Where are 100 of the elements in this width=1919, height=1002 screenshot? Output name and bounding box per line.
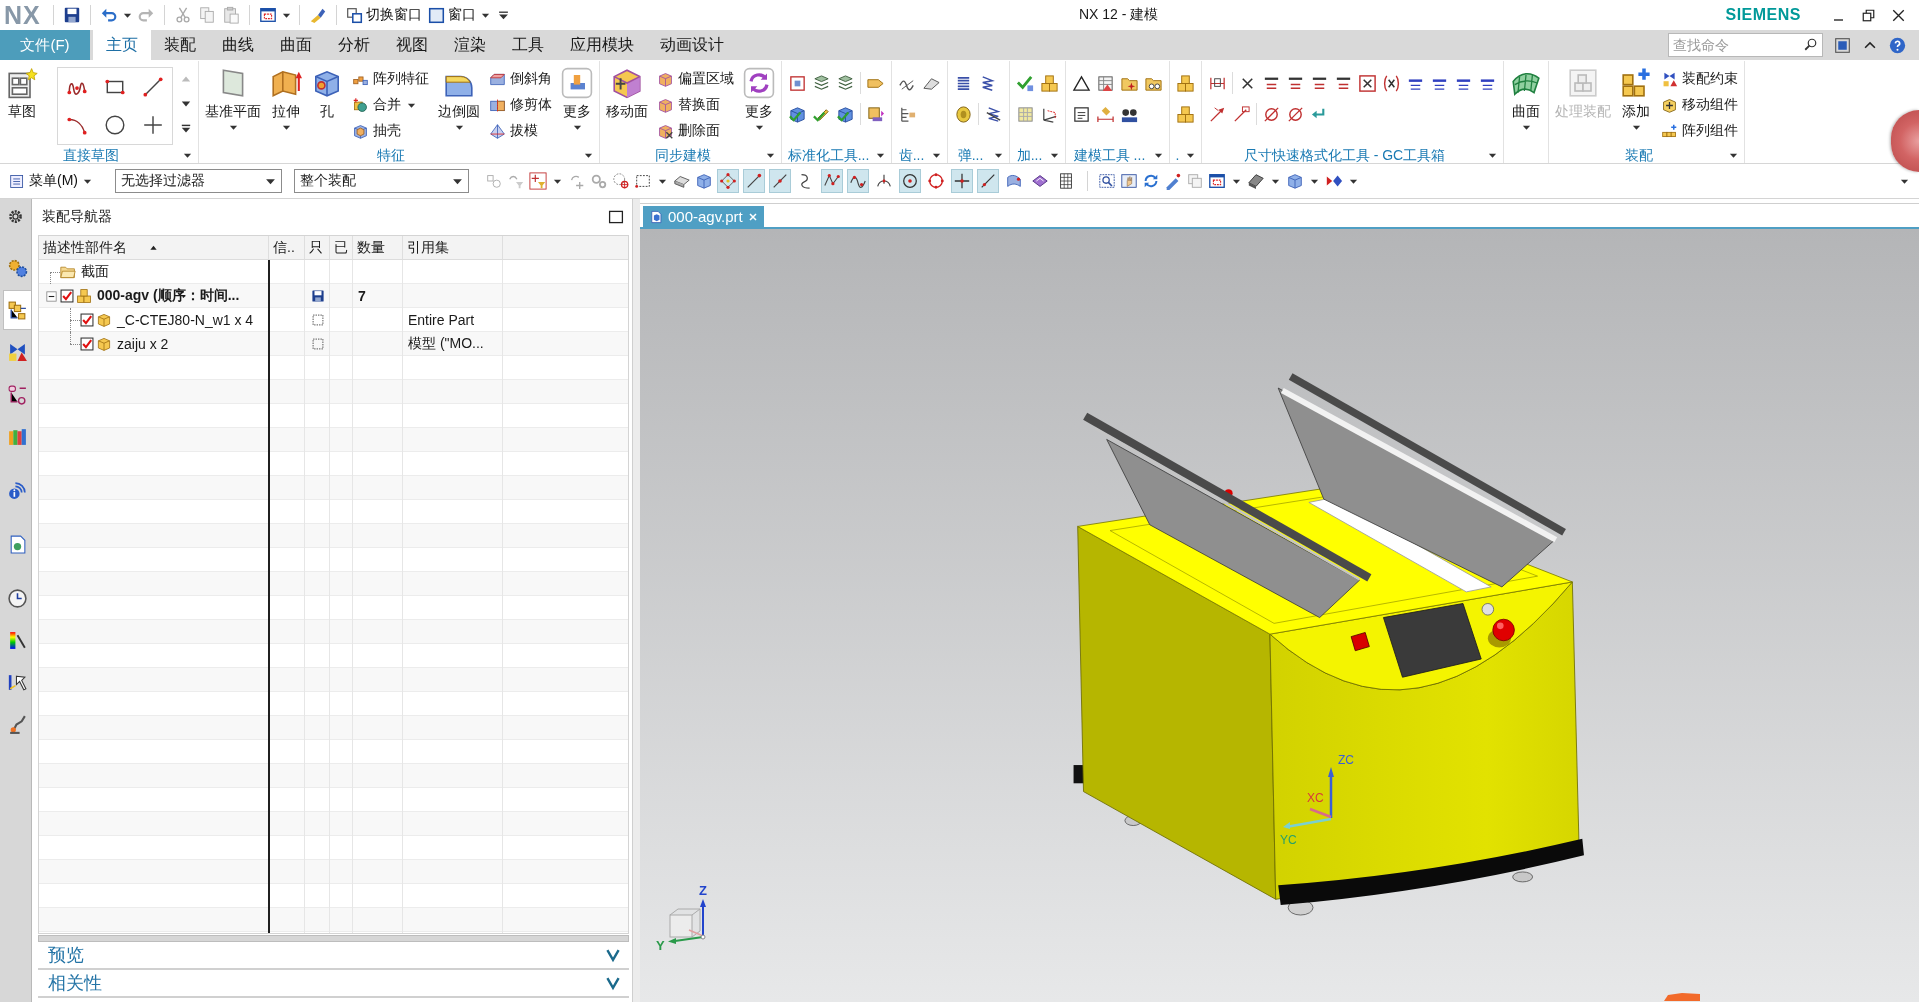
snap-toggle[interactable] (847, 169, 869, 193)
clipboard-icon[interactable] (221, 6, 240, 24)
part-name[interactable]: 000-agv (顺序：时间... (97, 287, 240, 305)
shaded-box-icon[interactable] (1247, 172, 1265, 190)
ribbon-tab[interactable]: 曲面 (267, 30, 325, 60)
frame-square-icon[interactable] (1834, 36, 1851, 54)
ribbon-tab[interactable]: 分析 (325, 30, 383, 60)
scope-dropdown[interactable]: 整个装配 (294, 169, 469, 193)
checkbox[interactable] (80, 313, 94, 327)
cubes-icon[interactable] (1176, 73, 1195, 93)
ribbon-button[interactable]: 更多 (739, 61, 779, 132)
tree-toggle[interactable] (45, 290, 57, 302)
search-icon[interactable] (1803, 37, 1818, 52)
ribbon-button[interactable]: 拉伸 (266, 61, 306, 132)
circle-target-icon[interactable] (612, 172, 630, 190)
ribbon-button[interactable]: 阵列组件 (1657, 118, 1742, 144)
spring-cross-icon[interactable] (984, 104, 1003, 124)
ribbon-button[interactable]: 移动组件 (1657, 92, 1742, 118)
ribbon-button[interactable]: 移动面 (602, 61, 652, 120)
column-header[interactable]: 只 (305, 236, 330, 259)
rotate-icon[interactable] (1142, 172, 1160, 190)
snap-toggle[interactable] (951, 169, 973, 193)
settings-icon[interactable] (7, 208, 24, 225)
note-icon[interactable] (1072, 104, 1091, 124)
plus-icon[interactable] (142, 114, 164, 136)
ribbon-button[interactable]: 草图 (2, 61, 42, 120)
cube-check-icon[interactable] (836, 104, 855, 124)
ribbon-button[interactable]: 拔模 (485, 118, 556, 144)
ribbon-button[interactable]: 删除面 (653, 118, 738, 144)
ribbon-button[interactable]: 合并 (348, 92, 433, 118)
maximize-icon[interactable] (608, 209, 624, 225)
restore-icon[interactable] (1861, 7, 1876, 23)
ribbon-button[interactable]: 替换面 (653, 92, 738, 118)
table-icon[interactable] (1096, 73, 1115, 93)
block-bar-icon[interactable] (866, 104, 885, 124)
ribbon-tab[interactable]: 装配 (151, 30, 209, 60)
ribbon-button[interactable]: 添加 (1616, 61, 1656, 132)
ribbon-button[interactable]: 阵列特征 (348, 66, 433, 92)
disc-icon[interactable] (954, 104, 973, 124)
ribbon-button[interactable]: 更多 (557, 61, 597, 132)
ribbon-button[interactable]: 偏置区域 (653, 66, 738, 92)
checkbox[interactable] (80, 337, 94, 351)
ribbon-tab[interactable]: 视图 (383, 30, 441, 60)
circle-icon[interactable] (104, 114, 126, 136)
frame-icon[interactable] (788, 73, 807, 93)
bar-caret-icon[interactable] (497, 9, 509, 21)
cube-icon[interactable] (695, 172, 713, 190)
window-icon[interactable] (258, 6, 277, 24)
checkbox[interactable] (60, 289, 74, 303)
cube-icon[interactable] (1286, 172, 1304, 190)
ribbon-button[interactable]: 基准平面 (201, 61, 265, 132)
triangle-icon[interactable] (1072, 73, 1091, 93)
column-header[interactable]: 数量 (353, 236, 403, 259)
ribbon-tab[interactable]: 应用模块 (557, 30, 647, 60)
menu-button[interactable]: 菜单(M) (6, 169, 97, 193)
panel-header[interactable]: 相关性 (38, 970, 629, 998)
ribbon-button[interactable]: 孔 (307, 61, 347, 120)
cubes-icon[interactable] (1040, 73, 1059, 93)
boxed-cross-icon[interactable] (1358, 73, 1377, 93)
line-tag-icon[interactable] (1232, 104, 1251, 124)
column-header[interactable]: 描述性部件名 (39, 236, 269, 259)
cube-check-icon[interactable] (788, 104, 807, 124)
ribbon-button[interactable]: 边倒圆 (434, 61, 484, 132)
check-icon[interactable] (1016, 73, 1035, 93)
hand-icon[interactable] (1120, 172, 1138, 190)
layers-icon[interactable] (836, 73, 855, 93)
window-icon[interactable] (1208, 172, 1226, 190)
search-field[interactable]: 查找命令 (1668, 33, 1823, 57)
snap-toggle[interactable] (899, 169, 921, 193)
snap-toggle[interactable] (769, 169, 791, 193)
ribbon-tab[interactable]: 主页 (93, 30, 151, 60)
undo-icon[interactable] (99, 6, 118, 24)
toolbar-button[interactable]: 窗口 (424, 3, 495, 27)
column-header[interactable]: 已 (330, 236, 353, 259)
ribbon-tab[interactable]: 渲染 (441, 30, 499, 60)
snap-toggle[interactable] (821, 169, 843, 193)
panel-header[interactable]: 预览 (38, 942, 629, 970)
ribbon-tab[interactable]: 动画设计 (647, 30, 737, 60)
folder-name[interactable]: 截面 (81, 263, 109, 281)
bracketed-cross-icon[interactable] (1382, 73, 1401, 93)
zoom-box-icon[interactable] (1098, 172, 1116, 190)
brush-icon[interactable] (308, 6, 327, 24)
snap-toggle[interactable] (977, 169, 999, 193)
cubes-icon[interactable] (1176, 104, 1195, 124)
part-name[interactable]: _C-CTEJ80-N_w1 x 4 (117, 312, 254, 328)
layers-icon[interactable] (812, 73, 831, 93)
column-header[interactable]: 信.. (269, 236, 305, 259)
view-triad-icon[interactable] (667, 898, 708, 945)
ribbon-button[interactable]: 曲面 (1506, 61, 1546, 132)
snap-toggle[interactable] (743, 169, 765, 193)
ribbon-button[interactable]: 装配约束 (1657, 66, 1742, 92)
line-icon[interactable] (142, 76, 164, 98)
filter-dropdown[interactable]: 无选择过滤器 (115, 169, 282, 193)
diamond-ruler-icon[interactable] (1096, 104, 1115, 124)
ribbon-tab[interactable]: 曲线 (209, 30, 267, 60)
ribbon-button[interactable]: 倒斜角 (485, 66, 556, 92)
ribbon-button[interactable]: 抽壳 (348, 118, 433, 144)
snap-toggle[interactable] (717, 169, 739, 193)
help-icon[interactable] (1889, 36, 1906, 54)
crosshair-funnel-icon[interactable] (529, 172, 547, 190)
